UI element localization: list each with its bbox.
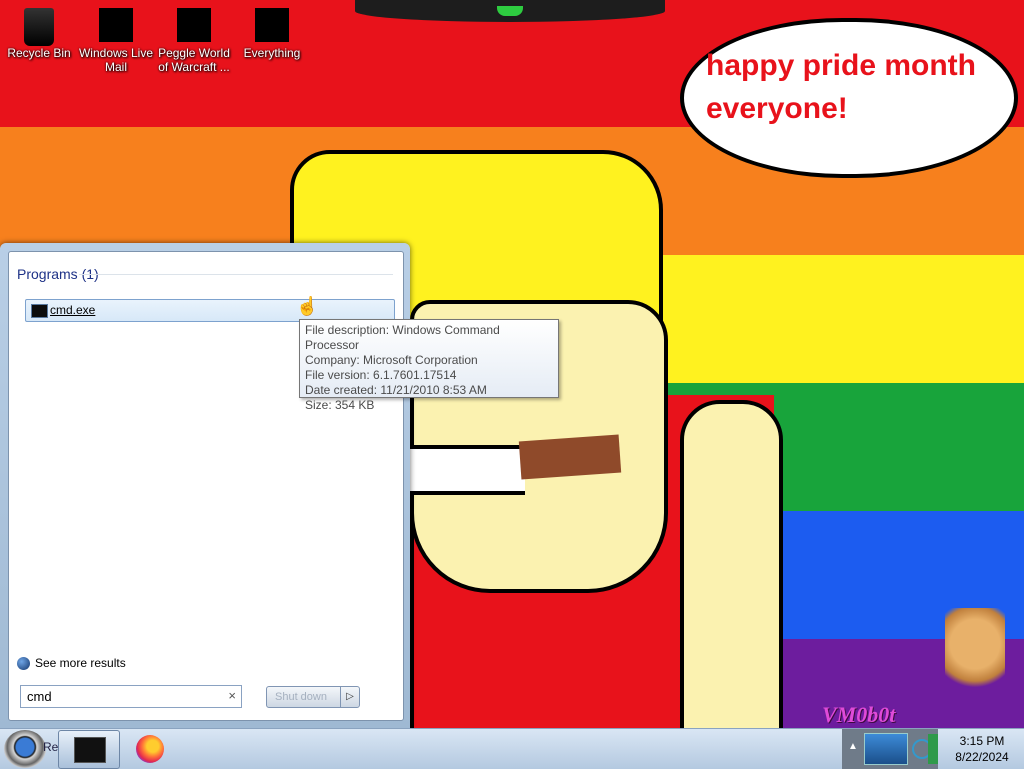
- character-mouth: [410, 445, 525, 495]
- taskbar-cmd-button[interactable]: [58, 730, 120, 769]
- tooltip-size: Size: 354 KB: [305, 398, 375, 412]
- handle-indicator: [497, 6, 523, 16]
- app-icon: [177, 8, 211, 42]
- shutdown-options-arrow-icon[interactable]: ▷: [340, 687, 359, 707]
- start-menu: Programs (1) cmd.exe See more results × …: [0, 243, 410, 729]
- console-icon: [31, 304, 48, 318]
- hand-cursor-icon: ☝: [296, 296, 319, 316]
- character-arm: [680, 400, 783, 728]
- see-more-label: See more results: [35, 656, 126, 670]
- tooltip-description: File description: Windows Command Proces…: [305, 323, 500, 352]
- desktop-icon-label: Recycle Bin: [7, 46, 71, 60]
- tooltip-date: Date created: 11/21/2010 8:53 AM: [305, 383, 487, 397]
- desktop-icon-peggle[interactable]: Peggle World of Warcraft ...: [156, 6, 232, 74]
- desktop-icon-everything[interactable]: Everything: [234, 6, 310, 60]
- start-partial-text: Re: [43, 740, 59, 754]
- search-field[interactable]: [25, 688, 219, 705]
- divider: [79, 274, 393, 275]
- file-tooltip: File description: Windows Command Proces…: [299, 319, 559, 412]
- shutdown-label: Shut down: [275, 691, 327, 703]
- console-icon: [74, 737, 106, 763]
- system-tray: ▲: [842, 729, 938, 769]
- start-button[interactable]: [4, 730, 46, 768]
- clear-search-icon[interactable]: ×: [228, 688, 236, 703]
- watermark: VM0b0t: [822, 702, 896, 727]
- hamster-image: [945, 608, 1005, 698]
- clock[interactable]: 3:15 PM 8/22/2024: [940, 729, 1024, 769]
- shutdown-button[interactable]: Shut down ▷: [266, 686, 360, 708]
- show-hidden-icons-arrow[interactable]: ▲: [848, 741, 858, 752]
- firefox-icon: [136, 735, 164, 763]
- result-label: cmd.exe: [50, 303, 96, 317]
- character-cigar: [518, 434, 622, 480]
- clock-date: 8/22/2024: [955, 750, 1009, 764]
- desktop-icon-label: Everything: [243, 46, 301, 60]
- taskbar-firefox-button[interactable]: [122, 730, 182, 767]
- top-handle: [355, 0, 665, 22]
- see-more-results-link[interactable]: See more results: [17, 656, 126, 671]
- show-desktop-button[interactable]: [928, 734, 938, 764]
- desktop-icon-recycle-bin[interactable]: Recycle Bin: [1, 6, 77, 60]
- tooltip-company: Company: Microsoft Corporation: [305, 353, 478, 367]
- desktop-icon-windows-live-mail[interactable]: Windows Live Mail: [78, 6, 154, 74]
- desktop-icon-label: Peggle World of Warcraft ...: [158, 46, 230, 74]
- taskbar: Re ▲ 3:15 PM 8/22/2024: [0, 728, 1024, 769]
- speech-bubble-text: happy pride month everyone!: [706, 49, 976, 125]
- desktop-icon-label: Windows Live Mail: [78, 46, 154, 74]
- tray-computer-icon[interactable]: [864, 733, 908, 765]
- clock-time: 3:15 PM: [959, 734, 1005, 748]
- app-icon: [99, 8, 133, 42]
- app-icon: [255, 8, 289, 42]
- recycle-bin-icon: [22, 8, 56, 46]
- tooltip-version: File version: 6.1.7601.17514: [305, 368, 457, 382]
- search-input[interactable]: ×: [20, 685, 242, 708]
- search-globe-icon: [17, 657, 30, 671]
